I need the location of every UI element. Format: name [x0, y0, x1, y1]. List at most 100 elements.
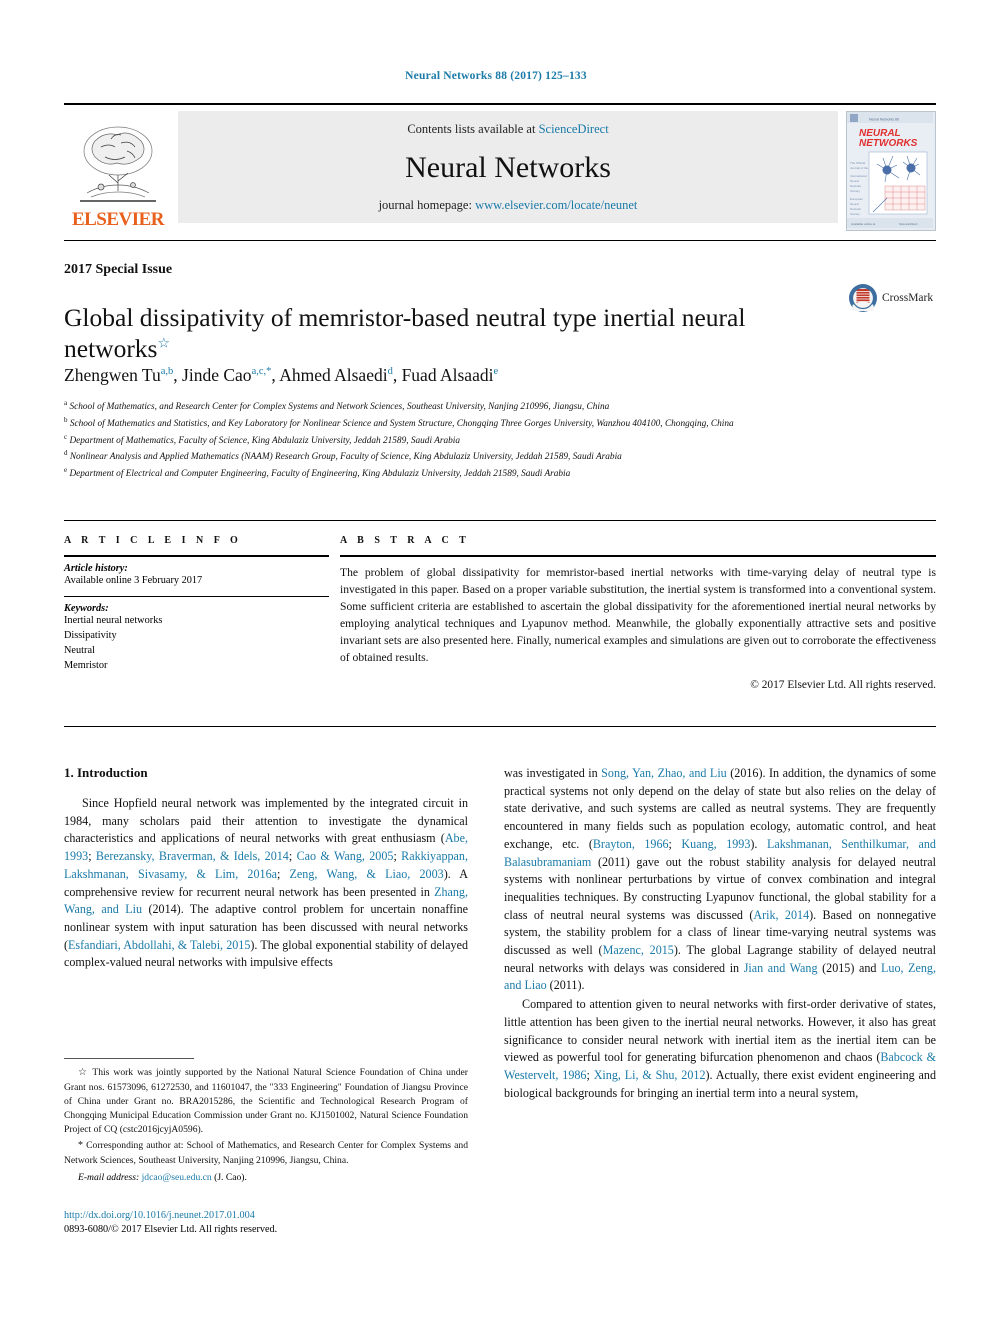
affiliation-list: a School of Mathematics, and Research Ce… — [64, 398, 894, 482]
text-run: (2011) — [591, 854, 630, 869]
affiliation-item: a School of Mathematics, and Research Ce… — [64, 398, 894, 415]
affiliation-mark: d — [64, 449, 68, 458]
keyword-item: Dissipativity — [64, 629, 117, 641]
footnote-asterisk-icon: * — [78, 1140, 83, 1152]
abstract-text: The problem of global dissipativity for … — [340, 566, 936, 664]
contents-line: Contents lists available at ScienceDirec… — [407, 122, 608, 137]
affiliation-text: Department of Electrical and Computer En… — [69, 469, 571, 480]
citation-link[interactable]: Arik, 2014 — [753, 908, 809, 922]
journal-cover-thumbnail: Neural Networks 88 NEURAL NETWORKS The O… — [846, 111, 936, 231]
paper-page: Neural Networks 88 (2017) 125–133 ELSEVI… — [0, 0, 992, 1323]
text-run: Compared to attention given to neural ne… — [504, 997, 936, 1065]
text-run: ; — [668, 836, 682, 851]
abstract-copyright: © 2017 Elsevier Ltd. All rights reserved… — [750, 678, 936, 691]
crossmark-badge[interactable]: CrossMark — [848, 281, 938, 315]
svg-text:Society: Society — [850, 212, 860, 216]
title-footnote-marker[interactable]: ☆ — [157, 337, 170, 352]
svg-text:Network: Network — [850, 184, 862, 188]
svg-text:Available online at: Available online at — [851, 222, 875, 226]
abstract-bottom-divider — [64, 726, 936, 727]
elsevier-tree-icon — [80, 126, 156, 202]
text-run: ; — [586, 1067, 594, 1082]
author-marks: a,b — [160, 366, 174, 378]
svg-text:Neural: Neural — [850, 179, 859, 183]
author[interactable]: Zhengwen Tua,b — [64, 365, 173, 385]
contents-label: Contents lists available at — [407, 122, 536, 136]
running-head: Neural Networks 88 (2017) 125–133 — [405, 70, 587, 82]
keyword-item: Inertial neural networks — [64, 614, 163, 626]
author[interactable]: Ahmed Alsaedid — [279, 365, 393, 385]
footnote-funding: ☆ This work was jointly supported by the… — [64, 1066, 468, 1137]
author-name: Jinde Cao — [182, 365, 252, 385]
svg-text:European: European — [850, 197, 863, 201]
article-history-group: Article history: Available online 3 Febr… — [64, 563, 329, 596]
abstract-top-divider — [64, 520, 936, 521]
svg-text:Society: Society — [850, 189, 860, 193]
affiliation-text: School of Mathematics and Statistics, an… — [69, 418, 734, 429]
affiliation-text: School of Mathematics, and Research Cent… — [69, 402, 610, 413]
svg-text:ScienceDirect: ScienceDirect — [899, 222, 918, 226]
elsevier-wordmark: ELSEVIER — [71, 209, 165, 230]
email-label: E-mail address: — [78, 1171, 140, 1183]
homepage-label: journal homepage: — [378, 198, 472, 212]
keyword-item: Neutral — [64, 644, 95, 656]
citation-link[interactable]: Zeng, Wang, & Liao, 2003 — [290, 867, 444, 881]
journal-masthead: ELSEVIER Contents lists available at Sci… — [64, 103, 936, 231]
keywords-label: Keywords: — [64, 602, 109, 614]
journal-title: Neural Networks — [405, 150, 611, 184]
svg-text:Neural Networks 88: Neural Networks 88 — [869, 118, 899, 122]
text-run: and — [854, 960, 882, 975]
author-marks: a,c,* — [251, 366, 272, 378]
citation-link[interactable]: Mazenc, 2015 — [603, 943, 674, 957]
citation-link[interactable]: Kuang, 1993 — [681, 837, 750, 851]
article-info-rule-top — [64, 555, 329, 557]
footnote-block: ☆ This work was jointly supported by the… — [64, 1058, 468, 1183]
citation-link[interactable]: Song, Yan, Zhao, and Liu — [601, 766, 727, 780]
journal-homepage-line: journal homepage: www.elsevier.com/locat… — [379, 198, 638, 213]
author[interactable]: Fuad Alsaadie — [402, 365, 499, 385]
sciencedirect-link[interactable]: ScienceDirect — [539, 122, 609, 136]
citation-link[interactable]: Xing, Li, & Shu, 2012 — [594, 1068, 706, 1082]
body-column-left: 1. Introduction Since Hopfield neural ne… — [64, 765, 468, 973]
affiliation-mark: a — [64, 399, 68, 407]
section-heading-introduction: 1. Introduction — [64, 765, 148, 780]
footnote-corresponding-text: Corresponding author at: School of Mathe… — [64, 1140, 468, 1166]
footnote-divider — [64, 1058, 194, 1059]
affiliation-item: c Department of Mathematics, Faculty of … — [64, 432, 894, 449]
affiliation-item: e Department of Electrical and Computer … — [64, 465, 894, 482]
author-list: Zhengwen Tua,b, Jinde Caoa,c,*, Ahmed Al… — [64, 365, 499, 385]
article-info-rule-mid — [64, 595, 329, 597]
homepage-link[interactable]: www.elsevier.com/locate/neunet — [475, 198, 637, 212]
email-link[interactable]: jdcao@seu.edu.cn — [142, 1172, 212, 1183]
footnote-star-icon: ☆ — [78, 1067, 89, 1078]
author-name: Ahmed Alsaedi — [279, 365, 388, 385]
svg-text:International: International — [850, 174, 867, 178]
citation-link[interactable]: Cao & Wang, 2005 — [297, 849, 394, 863]
affiliation-mark: b — [64, 415, 68, 424]
citation-link[interactable]: Esfandiari, Abdollahi, & Talebi, 2015 — [68, 938, 250, 952]
affiliation-mark: e — [64, 466, 68, 475]
text-run: (2011) — [546, 978, 582, 993]
crossmark-label: CrossMark — [882, 292, 934, 304]
affiliation-text: Department of Mathematics, Faculty of Sc… — [69, 435, 461, 446]
issn-copyright-line: 0893-6080/© 2017 Elsevier Ltd. All right… — [64, 1224, 278, 1236]
text-run: ; — [288, 849, 297, 864]
affiliation-item: b School of Mathematics and Statistics, … — [64, 415, 894, 432]
author-marks: e — [493, 366, 499, 378]
svg-text:Network: Network — [850, 207, 862, 211]
keyword-item: Memristor — [64, 659, 108, 671]
affiliation-mark: c — [64, 432, 68, 441]
author-name: Zhengwen Tu — [64, 365, 161, 385]
author-name: Fuad Alsaadi — [401, 365, 494, 385]
citation-link[interactable]: Brayton, 1966 — [593, 837, 669, 851]
author[interactable]: Jinde Caoa,c,* — [182, 365, 271, 385]
abstract-rule — [340, 555, 936, 557]
text-run: (2015) — [817, 960, 855, 975]
citation-link[interactable]: Jian and Wang — [744, 961, 818, 975]
doi-link[interactable]: http://dx.doi.org/10.1016/j.neunet.2017.… — [64, 1209, 484, 1223]
abstract-heading: A B S T R A C T — [340, 535, 470, 546]
paragraph: Compared to attention given to neural ne… — [504, 996, 936, 1102]
keywords-group: Keywords: Inertial neural networks Dissi… — [64, 603, 329, 681]
citation-link[interactable]: Berezansky, Braverman, & Idels, 2014 — [96, 849, 289, 863]
sciencedirect-banner: Contents lists available at ScienceDirec… — [178, 111, 838, 223]
